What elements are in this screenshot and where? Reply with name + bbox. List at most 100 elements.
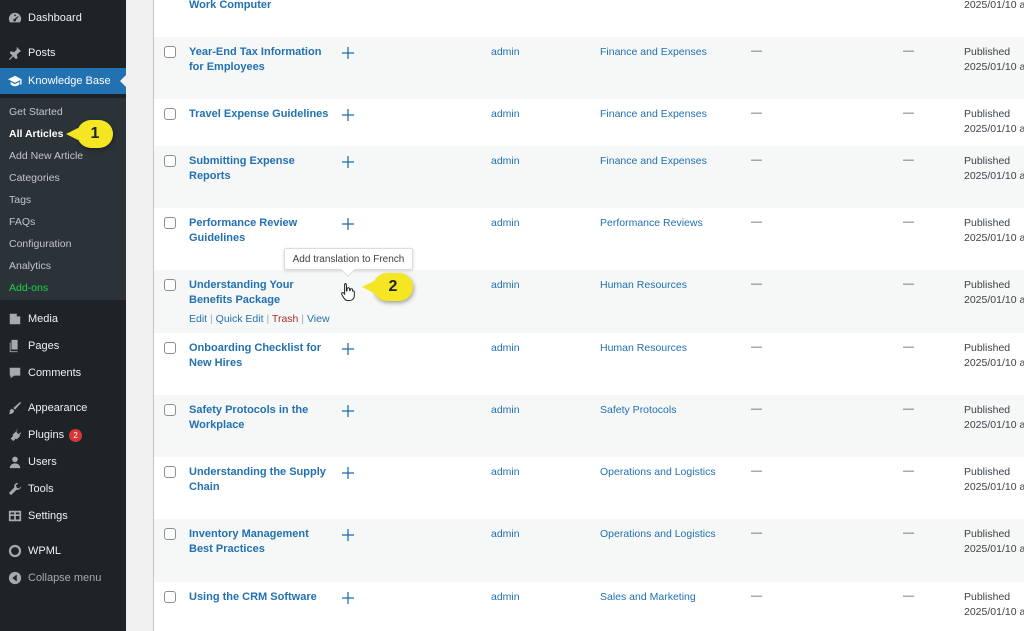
- article-title-link[interactable]: Submitting Expense Reports: [189, 154, 329, 184]
- article-category-link[interactable]: Sales and Marketing: [600, 591, 696, 603]
- add-translation-plus-icon[interactable]: [341, 591, 355, 605]
- submenu-all-articles[interactable]: All Articles: [9, 128, 63, 140]
- submenu-categories[interactable]: Categories: [9, 172, 60, 184]
- article-category-link[interactable]: Finance and Expenses: [600, 155, 707, 167]
- row-checkbox[interactable]: [164, 217, 176, 229]
- article-title-link[interactable]: Travel Expense Guidelines: [189, 107, 329, 122]
- row-checkbox[interactable]: [164, 155, 176, 167]
- menu-appearance-label: Appearance: [28, 402, 88, 414]
- menu-media[interactable]: Media: [0, 306, 126, 332]
- article-meta-empty: —: [903, 154, 914, 166]
- menu-knowledge-base[interactable]: Knowledge Base: [0, 68, 126, 94]
- article-status: Published: [964, 217, 1011, 229]
- menu-users-label: Users: [28, 456, 57, 468]
- menu-plugins[interactable]: Plugins 2: [0, 422, 126, 448]
- article-status: Published: [964, 528, 1011, 540]
- article-meta-empty: —: [903, 45, 914, 57]
- article-date: 2025/01/10 a: [964, 232, 1024, 244]
- article-title-link[interactable]: Performance Review Guidelines: [189, 216, 329, 246]
- add-translation-tooltip: Add translation to French: [284, 248, 413, 270]
- row-checkbox[interactable]: [164, 591, 176, 603]
- add-translation-plus-icon[interactable]: [341, 155, 355, 169]
- article-tags-empty: —: [751, 154, 762, 166]
- row-checkbox[interactable]: [164, 528, 176, 540]
- dashboard-icon: [7, 10, 23, 26]
- row-checkbox[interactable]: [164, 46, 176, 58]
- view-link[interactable]: View: [307, 313, 330, 325]
- submenu-add-ons[interactable]: Add-ons: [9, 282, 48, 294]
- menu-posts[interactable]: Posts: [0, 40, 126, 66]
- menu-plugins-label: Plugins: [28, 429, 65, 441]
- pages-icon: [7, 338, 23, 354]
- submenu-configuration[interactable]: Configuration: [9, 238, 71, 250]
- articles-table: Work Computer 2025/01/10 a Year-End Tax …: [153, 0, 1024, 631]
- article-author-link[interactable]: admin: [491, 217, 520, 229]
- article-title-link[interactable]: Year-End Tax Information for Employees: [189, 45, 329, 75]
- add-translation-plus-icon[interactable]: [341, 404, 355, 418]
- article-title-link[interactable]: Inventory Management Best Practices: [189, 527, 329, 557]
- article-category-link[interactable]: Performance Reviews: [600, 217, 703, 229]
- quick-edit-link[interactable]: Quick Edit: [216, 313, 264, 325]
- article-author-link[interactable]: admin: [491, 342, 520, 354]
- article-author-link[interactable]: admin: [491, 591, 520, 603]
- add-translation-plus-icon[interactable]: [341, 466, 355, 480]
- hand-cursor-icon: [341, 283, 355, 301]
- add-translation-plus-icon[interactable]: [341, 108, 355, 122]
- submenu-get-started[interactable]: Get Started: [9, 106, 63, 118]
- article-author-link[interactable]: admin: [491, 155, 520, 167]
- article-tags-empty: —: [751, 590, 762, 602]
- article-author-link[interactable]: admin: [491, 279, 520, 291]
- article-title-link[interactable]: Understanding the Supply Chain: [189, 465, 329, 495]
- article-title-link[interactable]: Work Computer: [189, 0, 329, 13]
- article-title-link[interactable]: Using the CRM Software: [189, 590, 329, 605]
- article-category-link[interactable]: Operations and Logistics: [600, 466, 716, 478]
- submenu-faqs[interactable]: FAQs: [9, 216, 35, 228]
- article-category-link[interactable]: Operations and Logistics: [600, 528, 716, 540]
- add-translation-plus-icon[interactable]: [341, 528, 355, 542]
- article-author-link[interactable]: admin: [491, 466, 520, 478]
- menu-dashboard[interactable]: Dashboard: [0, 5, 126, 31]
- article-tags-empty: —: [751, 403, 762, 415]
- row-checkbox[interactable]: [164, 404, 176, 416]
- menu-wpml[interactable]: WPML: [0, 538, 126, 564]
- add-translation-plus-icon[interactable]: [341, 342, 355, 356]
- article-title-link[interactable]: Safety Protocols in the Workplace: [189, 403, 329, 433]
- add-translation-plus-icon[interactable]: [341, 46, 355, 60]
- row-checkbox[interactable]: [164, 279, 176, 291]
- menu-tools[interactable]: Tools: [0, 476, 126, 502]
- menu-appearance[interactable]: Appearance: [0, 395, 126, 421]
- user-icon: [7, 454, 23, 470]
- article-category-link[interactable]: Finance and Expenses: [600, 46, 707, 58]
- submenu-analytics[interactable]: Analytics: [9, 260, 51, 272]
- article-category-link[interactable]: Safety Protocols: [600, 404, 676, 416]
- article-title-link[interactable]: Onboarding Checklist for New Hires: [189, 341, 329, 371]
- article-title-link[interactable]: Understanding Your Benefits Package: [189, 278, 329, 308]
- add-translation-plus-icon[interactable]: [341, 217, 355, 231]
- article-author-link[interactable]: admin: [491, 108, 520, 120]
- article-category-link[interactable]: Finance and Expenses: [600, 108, 707, 120]
- menu-media-label: Media: [28, 313, 58, 325]
- row-checkbox[interactable]: [164, 466, 176, 478]
- article-author-link[interactable]: admin: [491, 528, 520, 540]
- article-category-link[interactable]: Human Resources: [600, 279, 687, 291]
- graduation-cap-icon: [7, 73, 23, 89]
- table-row: Inventory Management Best Practices admin…: [154, 519, 1024, 582]
- submenu-add-new-article[interactable]: Add New Article: [9, 150, 83, 162]
- edit-link[interactable]: Edit: [189, 313, 207, 325]
- article-meta-empty: —: [903, 590, 914, 602]
- submenu-tags[interactable]: Tags: [9, 194, 31, 206]
- menu-users[interactable]: Users: [0, 449, 126, 475]
- article-date: 2025/01/10 a: [964, 170, 1024, 182]
- row-checkbox[interactable]: [164, 108, 176, 120]
- article-author-link[interactable]: admin: [491, 46, 520, 58]
- article-author-link[interactable]: admin: [491, 404, 520, 416]
- menu-comments[interactable]: Comments: [0, 360, 126, 386]
- row-action-separator: |: [301, 313, 305, 325]
- collapse-menu-button[interactable]: Collapse menu: [0, 565, 126, 591]
- row-checkbox[interactable]: [164, 342, 176, 354]
- menu-wpml-label: WPML: [28, 545, 61, 557]
- trash-link[interactable]: Trash: [272, 313, 298, 325]
- article-category-link[interactable]: Human Resources: [600, 342, 687, 354]
- menu-pages[interactable]: Pages: [0, 333, 126, 359]
- menu-settings[interactable]: Settings: [0, 503, 126, 529]
